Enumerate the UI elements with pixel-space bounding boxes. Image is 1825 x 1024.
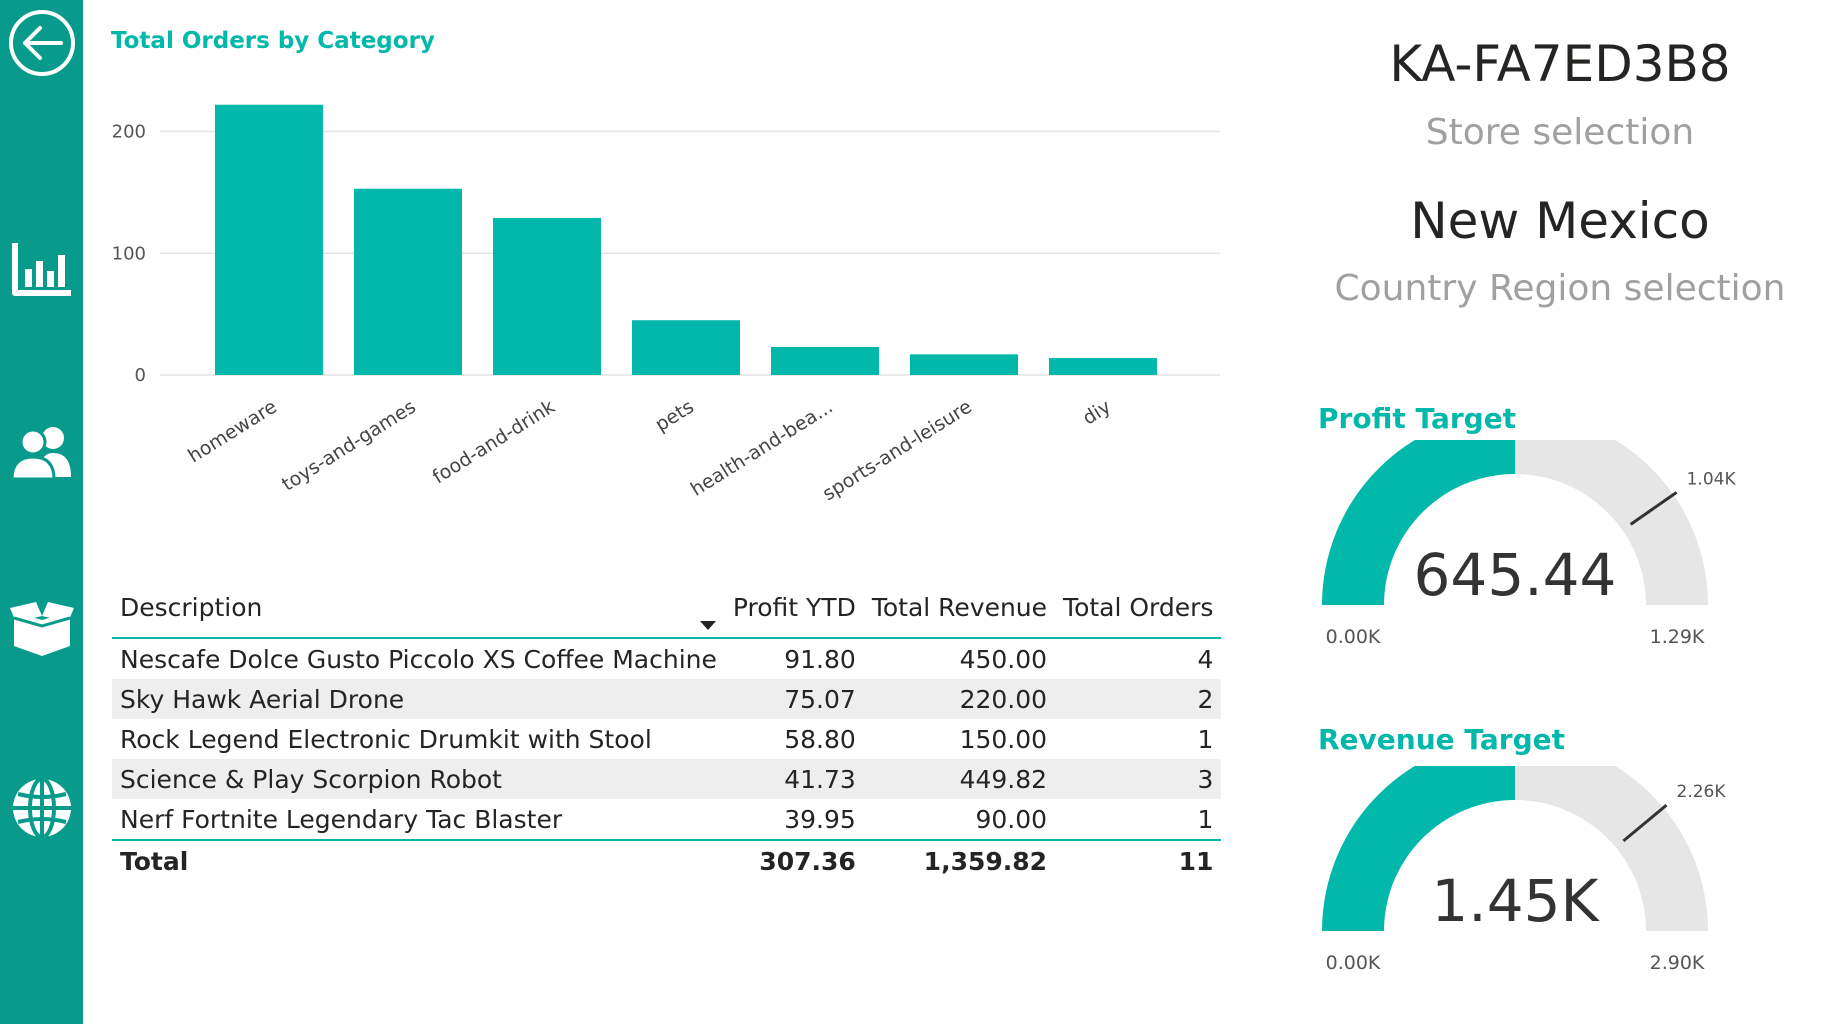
gauge-value: 645.44 <box>1414 541 1617 609</box>
cell-profit-ytd: 41.73 <box>784 764 856 794</box>
box-icon <box>9 602 74 656</box>
store-card-label: Store selection <box>1425 112 1695 153</box>
y-tick-label: 0 <box>135 365 146 386</box>
column-header-total-revenue[interactable]: Total Revenue <box>864 577 1055 638</box>
country-card-value: New Mexico <box>1410 192 1710 250</box>
globe-nav-button[interactable] <box>0 768 83 848</box>
country-card-label: Country Region selection <box>1334 268 1786 309</box>
back-button[interactable] <box>0 3 83 83</box>
cell-total-revenue: 90.00 <box>975 804 1048 834</box>
x-tick-label: pets <box>651 396 698 436</box>
revenue-gauge-title: Revenue Target <box>1318 723 1566 756</box>
bar <box>493 217 601 375</box>
column-header-description[interactable]: Description <box>112 577 725 638</box>
bar <box>1049 357 1157 375</box>
table-row[interactable]: Nescafe Dolce Gusto Piccolo XS Coffee Ma… <box>112 638 1221 679</box>
revenue-target-gauge[interactable]: 2.26K 1.45K 0.00K 2.90K <box>1300 766 1740 1006</box>
profit-target-gauge[interactable]: 1.04K 645.44 0.00K 1.29K <box>1300 440 1740 680</box>
total-orders: 11 <box>1178 846 1214 876</box>
gauge-target-label: 1.04K <box>1687 469 1737 489</box>
x-tick-label: health-and-bea... <box>687 396 837 501</box>
total-revenue: 1,359.82 <box>923 846 1048 876</box>
cell-profit-ytd: 91.80 <box>784 644 856 674</box>
cell-total-orders: 2 <box>1197 684 1214 714</box>
navigation-sidebar <box>0 0 83 1024</box>
cell-total-revenue: 150.00 <box>959 724 1048 754</box>
cell-description: Science & Play Scorpion Robot <box>120 764 502 794</box>
y-tick-label: 200 <box>112 122 146 143</box>
total-profit-ytd: 307.36 <box>759 846 856 876</box>
cell-description: Nescafe Dolce Gusto Piccolo XS Coffee Ma… <box>120 644 717 674</box>
bar-chart-icon <box>11 243 71 296</box>
cell-profit-ytd: 75.07 <box>784 684 856 714</box>
store-card-value: KA-FA7ED3B8 <box>1389 35 1731 93</box>
cell-profit-ytd: 39.95 <box>784 804 856 834</box>
gauge-target-label: 2.26K <box>1677 782 1727 802</box>
box-nav-button[interactable] <box>0 590 83 670</box>
back-arrow-icon <box>8 10 75 76</box>
gauge-max-label: 1.29K <box>1650 626 1705 648</box>
total-label: Total <box>120 846 189 876</box>
column-header-total-orders[interactable]: Total Orders <box>1055 577 1221 638</box>
y-tick-label: 100 <box>112 243 146 264</box>
table-row[interactable]: Nerf Fortnite Legendary Tac Blaster 39.9… <box>112 799 1221 840</box>
bar <box>632 320 740 375</box>
column-header-profit-ytd[interactable]: Profit YTD <box>725 577 864 638</box>
bar <box>771 347 879 375</box>
cell-total-orders: 1 <box>1197 804 1214 834</box>
bar <box>354 188 462 375</box>
table-header-row: Description Profit YTD Total Revenue Tot… <box>112 577 1222 638</box>
bar <box>215 104 323 375</box>
sort-descending-icon[interactable] <box>700 621 716 630</box>
globe-icon <box>12 777 71 839</box>
cell-total-revenue: 220.00 <box>959 684 1048 714</box>
cell-description: Sky Hawk Aerial Drone <box>120 684 405 714</box>
cell-description: Rock Legend Electronic Drumkit with Stoo… <box>120 724 652 754</box>
x-tick-label: food-and-drink <box>429 396 559 489</box>
cell-total-orders: 4 <box>1197 644 1214 674</box>
bar-chart[interactable]: 0 100 200 homewaretoys-and-games food-and-dr… <box>100 95 1230 515</box>
chart-title: Total Orders by Category <box>111 28 435 54</box>
table-total-row: Total 307.36 1,359.82 11 <box>112 840 1222 881</box>
x-tick-label: toys-and-games <box>278 396 420 496</box>
x-tick-label: diy <box>1079 396 1115 430</box>
x-tick-label: sports-and-leisure <box>819 396 976 506</box>
people-nav-button[interactable] <box>0 412 83 492</box>
gauge-max-label: 2.90K <box>1650 952 1705 974</box>
gauge-min-label: 0.00K <box>1326 626 1381 648</box>
products-table: Description Profit YTD Total Revenue Tot… <box>112 577 1222 881</box>
people-icon <box>9 427 71 481</box>
cell-description: Nerf Fortnite Legendary Tac Blaster <box>120 804 563 834</box>
cell-total-revenue: 450.00 <box>959 644 1048 674</box>
profit-gauge-title: Profit Target <box>1318 402 1517 435</box>
table-row[interactable]: Sky Hawk Aerial Drone 75.07 220.00 2 <box>112 679 1222 719</box>
table-row[interactable]: Science & Play Scorpion Robot 41.73 449.… <box>112 759 1222 799</box>
chart-nav-button[interactable] <box>0 230 83 310</box>
cell-total-orders: 1 <box>1197 724 1214 754</box>
gauge-value: 1.45K <box>1431 867 1600 935</box>
table-row[interactable]: Rock Legend Electronic Drumkit with Stoo… <box>112 719 1221 759</box>
gauge-min-label: 0.00K <box>1326 952 1381 974</box>
cell-total-revenue: 449.82 <box>959 764 1048 794</box>
cell-total-orders: 3 <box>1197 764 1214 794</box>
x-tick-label: homeware <box>184 396 281 468</box>
cell-profit-ytd: 58.80 <box>784 724 856 754</box>
bar <box>910 354 1018 375</box>
